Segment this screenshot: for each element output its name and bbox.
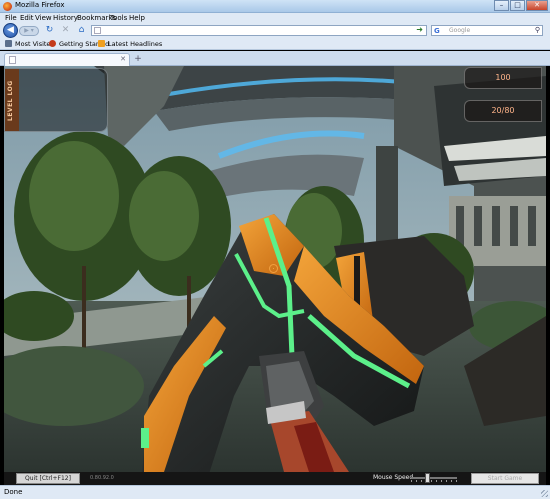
tab-bar: ✕ + — [0, 51, 550, 66]
back-arrow-icon: ◀ — [7, 25, 14, 35]
google-icon[interactable]: G — [434, 27, 442, 35]
close-button[interactable]: ✕ — [526, 0, 548, 11]
crosshair-icon — [269, 264, 278, 273]
search-placeholder: Google — [449, 27, 471, 34]
menu-file[interactable]: File — [5, 13, 17, 23]
firefox-icon — [49, 40, 56, 47]
slider-ticks — [411, 480, 457, 482]
mouse-speed-slider[interactable] — [411, 473, 457, 483]
page-icon — [9, 56, 16, 64]
new-tab-button[interactable]: + — [133, 55, 143, 65]
bookmarks-toolbar: Most Visited Getting Started Latest Head… — [0, 38, 550, 50]
mouse-speed-label: Mouse Speed — [373, 474, 414, 481]
tab-close-icon[interactable]: ✕ — [120, 55, 126, 63]
forward-button[interactable]: ▶ ▾ — [19, 26, 39, 36]
version-label: 0.80.92.0 — [90, 475, 114, 481]
forward-arrow-icon: ▶ ▾ — [24, 27, 34, 34]
start-game-button[interactable]: Start Game — [471, 473, 539, 484]
menu-help[interactable]: Help — [129, 13, 145, 23]
menu-bar: File Edit View History Bookmarks Tools H… — [0, 13, 550, 23]
game-control-bar: Quit [Ctrl+F12] 0.80.92.0 Mouse Speed St… — [4, 472, 546, 485]
slider-thumb[interactable] — [425, 473, 430, 483]
hud-health: 100 — [464, 67, 542, 89]
quit-button[interactable]: Quit [Ctrl+F12] — [16, 473, 80, 484]
resize-grip-icon[interactable] — [541, 490, 548, 497]
bookmark-latest-headlines[interactable]: Latest Headlines — [98, 39, 162, 49]
window-title: Mozilla Firefox — [15, 1, 65, 9]
address-bar[interactable]: ➜ — [91, 25, 427, 36]
maximize-button[interactable]: □ — [510, 0, 525, 11]
stop-icon[interactable]: ✕ — [60, 25, 71, 36]
back-button[interactable]: ◀ — [3, 23, 18, 38]
level-log-panel[interactable]: LEVEL LOG — [4, 68, 108, 132]
bookmark-most-visited[interactable]: Most Visited — [5, 39, 55, 49]
page-icon — [94, 27, 101, 34]
go-arrow-icon[interactable]: ➜ — [416, 25, 423, 34]
reload-icon[interactable]: ↻ — [44, 25, 55, 36]
tab-current[interactable]: ✕ — [4, 53, 130, 66]
star-icon — [5, 40, 12, 47]
menu-edit[interactable]: Edit — [20, 13, 34, 23]
firefox-icon — [3, 2, 12, 11]
search-icon[interactable]: ⚲ — [535, 26, 540, 34]
navigation-toolbar: ◀ ▶ ▾ ↻ ✕ ⌂ ➜ G Google ⚲ — [0, 23, 550, 38]
menu-view[interactable]: View — [35, 13, 52, 23]
home-icon[interactable]: ⌂ — [76, 25, 87, 36]
rss-icon — [98, 40, 105, 47]
status-bar: Done — [0, 485, 550, 499]
level-log-label: LEVEL LOG — [7, 80, 14, 121]
window-controls: – □ ✕ — [493, 0, 548, 11]
hud-ammo: 20/80 — [464, 100, 542, 122]
search-bar[interactable]: G Google ⚲ — [431, 25, 543, 36]
game-viewport[interactable]: LEVEL LOG 100 20/80 — [4, 66, 546, 472]
minimize-button[interactable]: – — [494, 0, 509, 11]
menu-tools[interactable]: Tools — [110, 13, 127, 23]
title-bar: Mozilla Firefox – □ ✕ — [0, 0, 550, 13]
menu-history[interactable]: History — [53, 13, 78, 23]
bookmark-label: Latest Headlines — [108, 40, 163, 48]
status-text: Done — [4, 488, 23, 496]
